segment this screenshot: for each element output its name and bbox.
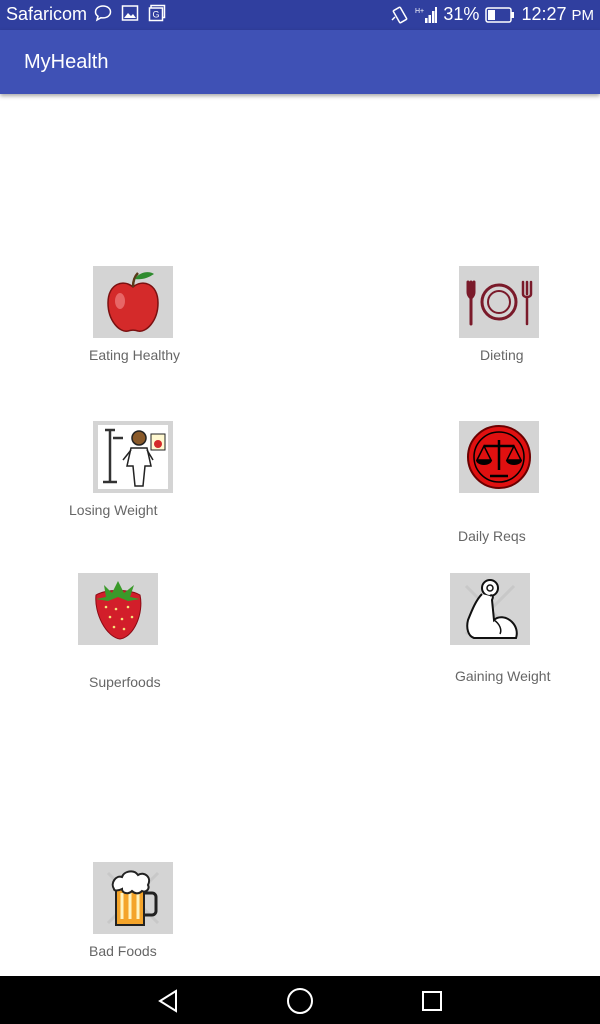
navigation-bar [0,976,600,1024]
losing-weight-label: Losing Weight [69,502,158,518]
back-button[interactable] [153,986,183,1016]
apple-icon [107,272,159,332]
weighing-scale-person-icon [98,425,168,489]
app-title: MyHealth [24,51,109,73]
clock-suffix: PM [571,7,595,24]
superfoods-button[interactable] [78,573,158,645]
eating-healthy-button[interactable] [93,266,173,338]
daily-reqs-button[interactable] [459,421,539,493]
bad-foods-button[interactable] [93,862,173,934]
plate-utensils-icon [466,280,533,326]
svg-text:G: G [152,10,159,20]
carrier-name: Safaricom [6,4,88,24]
clock: 12:27 PM [521,4,594,25]
network-type: H+ [415,8,424,15]
chat-bubble-icon [94,5,112,22]
home-button[interactable] [285,986,315,1016]
bad-foods-label: Bad Foods [89,943,157,959]
dieting-label: Dieting [480,347,524,363]
daily-reqs-label: Daily Reqs [458,528,526,544]
vibrate-icon [391,6,408,23]
strawberry-icon [95,581,142,640]
app-bar: MyHealth [0,30,600,94]
status-bar: Safaricom G H+ 31% 12:27 PM [0,0,600,30]
home-circle-icon [287,988,313,1014]
superfoods-label: Superfoods [89,674,161,690]
battery-percent: 31% [443,4,480,24]
signal-icon: H+ [415,6,438,23]
gaining-weight-label: Gaining Weight [455,668,551,684]
back-triangle-icon [158,989,177,1013]
gallery-icon: G [148,4,166,22]
gaining-weight-button[interactable] [450,573,530,645]
notification-icons: G [94,4,166,22]
recents-square-icon [422,991,442,1011]
recents-button[interactable] [417,986,447,1016]
image-icon [121,5,139,21]
clock-time: 12:27 [521,4,567,24]
flexed-arm-icon [464,579,518,639]
dieting-button[interactable] [459,266,539,338]
system-status: H+ 31% 12:27 PM [391,4,594,25]
battery-icon [485,6,515,23]
beer-mug-icon [106,870,160,926]
eating-healthy-label: Eating Healthy [89,347,181,363]
losing-weight-button[interactable] [93,421,173,493]
balance-scale-icon [467,425,531,489]
